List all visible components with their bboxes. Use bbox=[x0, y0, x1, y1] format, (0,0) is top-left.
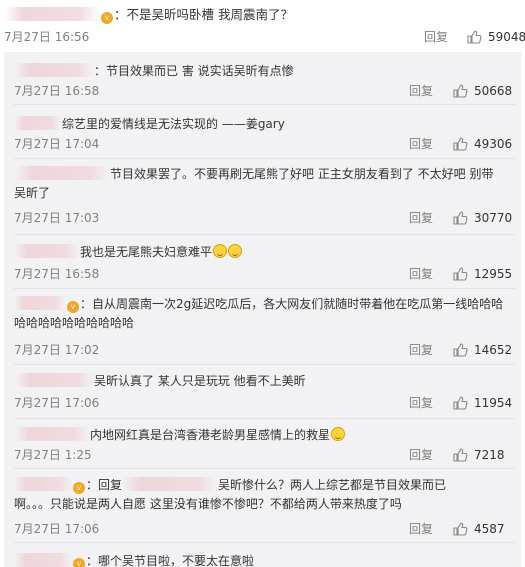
reply-text-row: 吴昕认真了 某人只是玩玩 他看不上美昕 bbox=[14, 372, 514, 391]
divider bbox=[14, 418, 515, 419]
reply-text: 综艺里的爱情线是无法实现的 ——姜gary bbox=[62, 117, 285, 131]
top-comment: v ：不是吴昕吗卧槽 我周震南了？ 7月27日 16:56 回复 59048 bbox=[0, 0, 525, 50]
laughing-emoji-icon bbox=[331, 427, 346, 441]
like-button[interactable]: 7218 bbox=[452, 446, 505, 464]
thumbs-up-icon bbox=[452, 83, 468, 99]
blurred-username bbox=[14, 244, 80, 258]
thumbs-up-icon bbox=[452, 266, 468, 282]
like-count: 30770 bbox=[474, 211, 513, 225]
divider bbox=[14, 468, 515, 469]
reply-text: ：节目效果而已 害 说实话吴昕有点惨 bbox=[94, 64, 294, 78]
reply-text-row: 综艺里的爱情线是无法实现的 ——姜gary bbox=[14, 115, 514, 134]
thumbs-up-icon bbox=[452, 447, 468, 463]
like-button[interactable]: 49306 bbox=[452, 135, 512, 153]
verified-badge-icon: v bbox=[101, 12, 113, 24]
like-count: 49306 bbox=[474, 137, 513, 151]
like-count: 50668 bbox=[474, 84, 513, 98]
thumbs-up-icon bbox=[452, 521, 468, 537]
blurred-username bbox=[14, 477, 72, 491]
reply-time: 7月27日 17:03 bbox=[14, 211, 100, 225]
reply-button[interactable]: 回复 bbox=[424, 29, 448, 45]
reply-time: 7月27日 1:25 bbox=[14, 448, 92, 462]
blurred-username bbox=[14, 427, 90, 441]
verified-badge-icon: v bbox=[67, 301, 79, 313]
like-button[interactable]: 59048 bbox=[466, 28, 525, 46]
verified-badge-icon: v bbox=[73, 558, 85, 567]
sad-emoji-icon bbox=[228, 244, 243, 258]
comment-text: ：不是吴昕吗卧槽 我周震南了？ bbox=[114, 7, 293, 22]
blurred-username bbox=[14, 116, 62, 130]
reply-text-continued: 啊。。。只能说是两人自愿 这里没有谁惨不惨吧？不都给两人带来热度了吗 bbox=[14, 497, 402, 511]
reply-text: 我也是无尾熊夫妇意难平 bbox=[80, 245, 213, 259]
verified-badge-icon: v bbox=[73, 482, 85, 494]
comment-thread: v ：不是吴昕吗卧槽 我周震南了？ 7月27日 16:56 回复 59048 ：节… bbox=[0, 0, 525, 567]
divider bbox=[14, 542, 515, 543]
blurred-username bbox=[14, 166, 110, 180]
divider bbox=[14, 288, 515, 289]
reply-text-row: v ：自从周震南一次2g延迟吃瓜后，各大网友们就随时带着他在吃瓜第一线哈哈哈哈哈哈… bbox=[14, 295, 514, 333]
reply-button[interactable]: 回复 bbox=[409, 136, 433, 152]
thumbs-up-icon bbox=[452, 210, 468, 226]
like-button[interactable]: 11954 bbox=[452, 394, 512, 412]
divider bbox=[14, 234, 515, 235]
reply-text-row: 内地网红真是台湾香港老龄男星感情上的救星 bbox=[14, 426, 514, 445]
like-count: 4587 bbox=[474, 522, 505, 536]
thumbs-up-icon bbox=[466, 29, 482, 45]
thumbs-up-icon bbox=[452, 342, 468, 358]
reply-button[interactable]: 回复 bbox=[409, 447, 433, 463]
blurred-username bbox=[14, 553, 72, 567]
reply-text-continued: 吴昕了 bbox=[14, 186, 51, 200]
reply-text-row: 节目效果罢了。不要再刷无尾熊了好吧 正主女朋友看到了 不太好吧 别带吴昕了 bbox=[14, 165, 514, 203]
reply-time: 7月27日 16:58 bbox=[14, 267, 100, 281]
blurred-username bbox=[14, 373, 94, 387]
reply-text-row: v ：回复 吴昕惨什么？两人上综艺都是节目效果而已啊。。。只能说是两人自愿 这里没有… bbox=[14, 476, 514, 514]
like-count: 59048 bbox=[488, 30, 525, 44]
reply-text: ：自从周震南一次2g延迟吃瓜后，各大网友们就随时带着他在吃瓜第一线哈哈哈 bbox=[80, 297, 504, 311]
like-button[interactable]: 4587 bbox=[452, 520, 505, 538]
blurred-username bbox=[4, 7, 100, 21]
like-button[interactable]: 12955 bbox=[452, 265, 512, 283]
reply-button[interactable]: 回复 bbox=[409, 83, 433, 99]
like-count: 7218 bbox=[474, 448, 505, 462]
reply-text-continued: 哈哈哈哈哈哈哈哈哈哈 bbox=[14, 316, 135, 330]
top-comment-text-row: v ：不是吴昕吗卧槽 我周震南了？ bbox=[4, 6, 293, 24]
reply-text-row: v ：哪个吴节目啦，不要太在意啦 bbox=[14, 552, 514, 567]
divider bbox=[14, 104, 515, 105]
reply-time: 7月27日 16:58 bbox=[14, 84, 100, 98]
blurred-username bbox=[14, 63, 94, 77]
reply-text: 节目效果罢了。不要再刷无尾熊了好吧 正主女朋友看到了 不太好吧 别带 bbox=[110, 167, 494, 181]
like-button[interactable]: 14652 bbox=[452, 341, 512, 359]
like-count: 14652 bbox=[474, 343, 513, 357]
comment-time: 7月27日 16:56 bbox=[4, 30, 90, 44]
like-count: 12955 bbox=[474, 267, 513, 281]
thumbs-up-icon bbox=[452, 395, 468, 411]
replies-panel: ：节目效果而已 害 说实话吴昕有点惨 7月27日 16:58 回复 50668 … bbox=[4, 52, 521, 567]
like-count: 11954 bbox=[474, 396, 513, 410]
reply-time: 7月27日 17:06 bbox=[14, 522, 100, 536]
reply-button[interactable]: 回复 bbox=[409, 521, 433, 537]
reply-button[interactable]: 回复 bbox=[409, 342, 433, 358]
reply-text: 吴昕认真了 某人只是玩玩 他看不上美昕 bbox=[94, 374, 306, 388]
reply-text: ：哪个吴节目啦，不要太在意啦 bbox=[86, 554, 255, 567]
blurred-username bbox=[14, 296, 66, 310]
reply-text: 内地网红真是台湾香港老龄男星感情上的救星 bbox=[90, 428, 331, 442]
reply-text: 吴昕惨什么？两人上综艺都是节目效果而已 bbox=[218, 478, 447, 492]
like-button[interactable]: 50668 bbox=[452, 82, 512, 100]
divider bbox=[14, 364, 515, 365]
reply-button[interactable]: 回复 bbox=[409, 395, 433, 411]
reply-time: 7月27日 17:04 bbox=[14, 137, 100, 151]
reply-time: 7月27日 17:06 bbox=[14, 396, 100, 410]
reply-button[interactable]: 回复 bbox=[409, 210, 433, 226]
reply-text-row: 我也是无尾熊夫妇意难平 bbox=[14, 243, 514, 262]
reply-button[interactable]: 回复 bbox=[409, 266, 433, 282]
reply-time: 7月27日 17:02 bbox=[14, 343, 100, 357]
like-button[interactable]: 30770 bbox=[452, 209, 512, 227]
divider bbox=[14, 158, 515, 159]
reply-text: ：回复 bbox=[86, 478, 123, 492]
sad-emoji-icon bbox=[213, 244, 228, 258]
blurred-username bbox=[122, 477, 219, 491]
thumbs-up-icon bbox=[452, 136, 468, 152]
reply-text-row: ：节目效果而已 害 说实话吴昕有点惨 bbox=[14, 62, 514, 81]
